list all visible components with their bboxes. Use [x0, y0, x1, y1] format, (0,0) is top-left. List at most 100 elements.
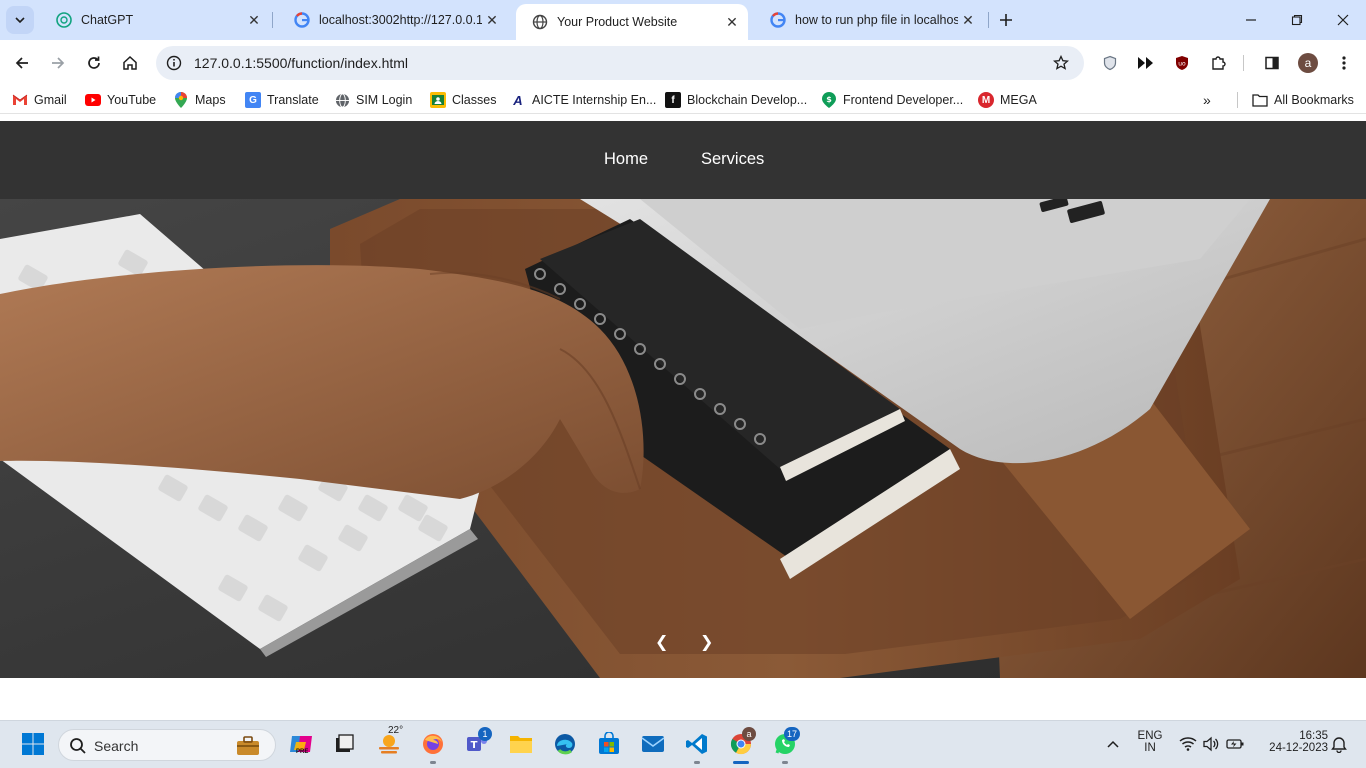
clock[interactable]: 16:35 24-12-2023 [1256, 730, 1328, 754]
bookmark-mega[interactable]: M MEGA [978, 91, 1037, 109]
side-panel-button[interactable] [1258, 49, 1286, 77]
home-button[interactable] [116, 49, 144, 77]
search-placeholder: Search [94, 738, 139, 754]
restore-icon [1291, 14, 1303, 26]
forward-button[interactable] [44, 49, 72, 77]
bookmark-youtube[interactable]: YouTube [85, 91, 156, 109]
chrome-menu-button[interactable] [1330, 49, 1358, 77]
globe-icon [532, 14, 548, 30]
bookmark-sim-login[interactable]: SIM Login [334, 91, 412, 109]
bookmark-gmail[interactable]: Gmail [12, 91, 67, 109]
bookmark-star-button[interactable] [1050, 52, 1072, 74]
tab-search-button[interactable] [6, 6, 34, 34]
reload-icon [88, 56, 100, 69]
chrome-button[interactable]: a [728, 727, 756, 757]
clock-date: 24-12-2023 [1269, 742, 1328, 754]
bookmark-blockchain[interactable]: f Blockchain Develop... [665, 91, 807, 109]
battery-charging-icon [1226, 739, 1244, 749]
slider-next-button[interactable]: ❯ [700, 632, 713, 652]
close-icon[interactable]: ✕ [958, 10, 978, 30]
arrow-left-icon [15, 57, 28, 69]
mail-icon [641, 736, 665, 752]
taskbar-search-box[interactable]: Search [58, 729, 276, 761]
bookmark-classes[interactable]: Classes [430, 91, 496, 109]
task-view-icon [336, 734, 354, 752]
classroom-icon [430, 92, 446, 108]
all-bookmarks-button[interactable]: All Bookmarks [1252, 91, 1354, 109]
show-hidden-icons-button[interactable] [1100, 731, 1126, 757]
restore-button[interactable] [1274, 0, 1320, 40]
svg-text:T: T [471, 740, 478, 751]
volume-button[interactable] [1198, 731, 1224, 757]
extensions-button[interactable] [1204, 49, 1232, 77]
bookmark-label: Translate [267, 93, 319, 107]
mail-button[interactable] [640, 731, 666, 757]
nav-link-home[interactable]: Home [604, 150, 648, 169]
firefox-button[interactable] [420, 731, 446, 757]
microsoft-store-button[interactable] [596, 731, 622, 757]
running-indicator [694, 761, 700, 764]
slider-prev-button[interactable]: ❮ [655, 632, 668, 652]
nav-link-services[interactable]: Services [701, 150, 764, 169]
teams-button[interactable]: T 1 [464, 727, 492, 757]
whatsapp-button[interactable]: 17 [772, 727, 801, 757]
windows-icon [22, 733, 44, 755]
start-button[interactable] [20, 731, 46, 757]
google-icon [770, 12, 786, 28]
close-icon[interactable]: ✕ [482, 10, 502, 30]
tab-localhost[interactable]: localhost:3002http://127.0.0.1:5 ✕ [278, 6, 508, 34]
profile-avatar[interactable]: a [1298, 53, 1318, 73]
extension-ublock-button[interactable]: uo [1168, 49, 1196, 77]
bookmark-label: YouTube [107, 93, 157, 107]
bookmark-label: Frontend Developer... [843, 93, 964, 107]
maps-icon [173, 92, 189, 108]
bookmark-label: Gmail [34, 93, 67, 107]
url-text[interactable]: 127.0.0.1:5500/function/index.html [194, 55, 408, 71]
vscode-button[interactable] [684, 731, 710, 757]
bookmark-frontend[interactable]: $ Frontend Developer... [821, 91, 963, 109]
plus-icon [1000, 14, 1012, 26]
extension-fastforward-button[interactable] [1132, 49, 1160, 77]
address-bar[interactable]: 127.0.0.1:5500/function/index.html [156, 46, 1084, 80]
close-icon [1337, 14, 1349, 26]
notifications-button[interactable] [1326, 731, 1352, 757]
reload-button[interactable] [80, 49, 108, 77]
side-panel-icon [1265, 56, 1279, 70]
volume-icon [1203, 736, 1219, 752]
tab-strip: ChatGPT ✕ localhost:3002http://127.0.0.1… [0, 0, 1366, 40]
browser-toolbar: 127.0.0.1:5500/function/index.html uo [0, 40, 1366, 86]
close-window-button[interactable] [1320, 0, 1366, 40]
bookmark-translate[interactable]: G Translate [245, 91, 319, 109]
tab-how-to-run-php[interactable]: how to run php file in localhost ✕ [754, 6, 984, 34]
language-indicator[interactable]: ENG IN [1136, 730, 1164, 754]
tab-chatgpt[interactable]: ChatGPT ✕ [40, 6, 270, 34]
toolbar-divider [1243, 55, 1244, 71]
pre-label-icon: PRE [296, 749, 309, 755]
tab-title: ChatGPT [81, 13, 134, 27]
bookmark-aicte[interactable]: A AICTE Internship En... [510, 91, 656, 109]
star-icon [1053, 55, 1069, 70]
bookmark-label: Blockchain Develop... [687, 93, 808, 107]
edge-button[interactable] [552, 731, 578, 757]
bell-icon [1331, 737, 1347, 753]
info-icon [166, 55, 182, 71]
youtube-icon [85, 92, 101, 108]
store-icon [599, 732, 619, 754]
minimize-button[interactable] [1228, 0, 1274, 40]
weather-temp: 22° [388, 725, 404, 736]
weather-widget[interactable]: 22° [376, 725, 403, 757]
extension-shield-button[interactable] [1096, 49, 1124, 77]
bookmarks-overflow-button[interactable]: » [1203, 91, 1211, 109]
close-icon[interactable]: ✕ [244, 10, 264, 30]
file-explorer-button[interactable] [508, 731, 534, 757]
close-icon[interactable]: ✕ [722, 12, 742, 32]
tab-your-product-website[interactable]: Your Product Website ✕ [516, 4, 748, 40]
battery-button[interactable] [1222, 731, 1248, 757]
copilot-button[interactable]: PRE [288, 731, 314, 757]
new-tab-button[interactable] [994, 8, 1018, 32]
site-info-button[interactable] [162, 51, 186, 75]
task-view-button[interactable] [331, 731, 357, 757]
back-button[interactable] [8, 49, 36, 77]
bookmark-maps[interactable]: Maps [173, 91, 226, 109]
search-icon [70, 738, 86, 754]
